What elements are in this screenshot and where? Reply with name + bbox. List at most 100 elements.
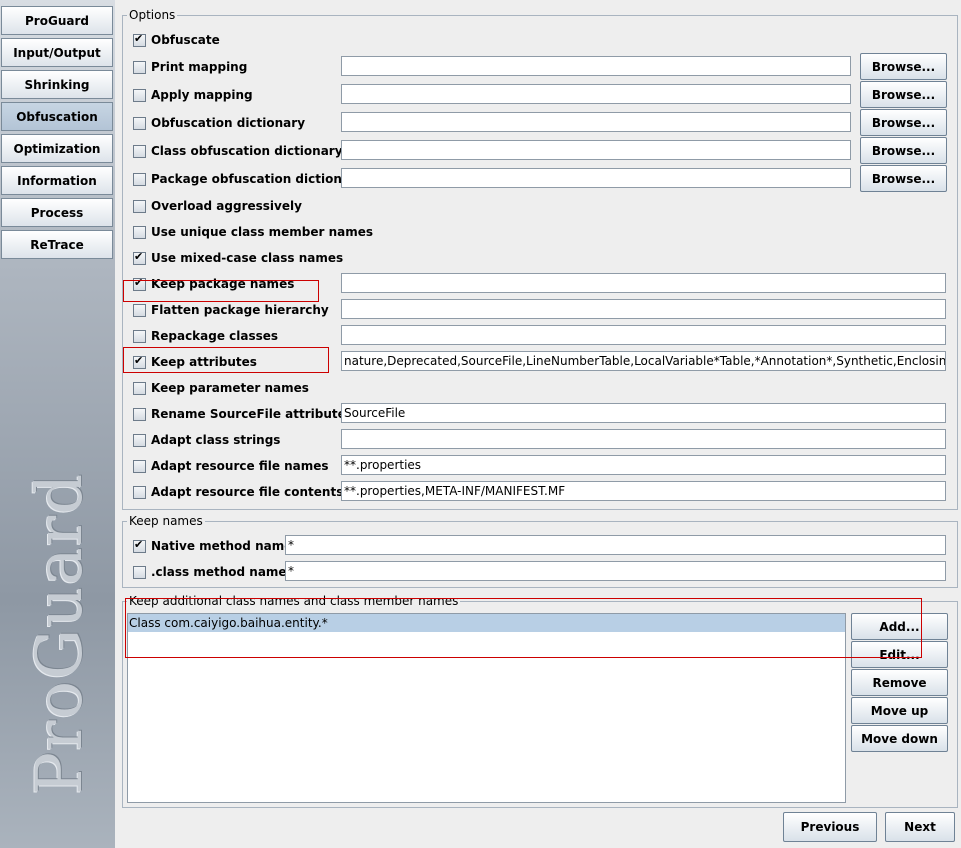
keep-parameter-names-option[interactable]: Keep parameter names [133, 378, 309, 398]
flatten-package-hierarchy-field[interactable] [341, 299, 946, 319]
package-obfuscation-dictionary-field[interactable] [341, 168, 851, 188]
checkbox[interactable] [133, 433, 146, 447]
sidebar-item-information[interactable]: Information [1, 166, 113, 195]
mixed-case-class-names-option[interactable]: Use mixed-case class names [133, 248, 343, 268]
keep-package-names-option[interactable]: Keep package names [133, 274, 294, 294]
keep-attributes-field[interactable]: nature,Deprecated,SourceFile,LineNumberT… [341, 351, 946, 371]
option-label: Package obfuscation dictionary [151, 172, 364, 186]
browse-button[interactable]: Browse... [860, 109, 947, 136]
native-method-names-field[interactable]: * [285, 535, 946, 555]
overload-aggressively-option[interactable]: Overload aggressively [133, 196, 302, 216]
checkbox[interactable] [133, 32, 146, 47]
option-label: Adapt resource file contents [151, 485, 344, 499]
remove-button[interactable]: Remove [851, 669, 948, 696]
checkbox[interactable] [133, 172, 146, 186]
rename-sourcefile-option[interactable]: Rename SourceFile attribute [133, 404, 346, 424]
previous-button[interactable]: Previous [783, 812, 877, 842]
options-title: Options [129, 8, 176, 22]
next-button[interactable]: Next [885, 812, 955, 842]
checkbox[interactable] [133, 565, 146, 579]
option-label: Obfuscation dictionary [151, 116, 306, 130]
apply-mapping-option[interactable]: Apply mapping [133, 85, 253, 105]
adapt-resource-file-contents-field[interactable]: **.properties,META-INF/MANIFEST.MF [341, 481, 946, 501]
proguard-logo: ProGuard [23, 472, 97, 795]
move-up-button[interactable]: Move up [851, 697, 948, 724]
sidebar-item-shrinking[interactable]: Shrinking [1, 70, 113, 99]
option-label: Use unique class member names [151, 225, 374, 239]
checkbox[interactable] [133, 250, 146, 265]
unique-member-names-option[interactable]: Use unique class member names [133, 222, 373, 242]
keep-additional-title: Keep additional class names and class me… [129, 594, 459, 608]
rename-sourcefile-field[interactable]: SourceFile [341, 403, 946, 423]
checkbox[interactable] [133, 354, 146, 369]
browse-button[interactable]: Browse... [860, 165, 947, 192]
package-obfuscation-dictionary-option[interactable]: Package obfuscation dictionary [133, 169, 364, 189]
keep-class-list[interactable]: Class com.caiyigo.baihua.entity.* [127, 613, 846, 803]
sidebar-item-obfuscation[interactable]: Obfuscation [1, 102, 113, 131]
checkbox[interactable] [133, 381, 146, 395]
sidebar-item-input-output[interactable]: Input/Output [1, 38, 113, 67]
option-label: Adapt class strings [151, 433, 281, 447]
keep-names-title: Keep names [129, 514, 203, 528]
checkbox[interactable] [133, 459, 146, 473]
print-mapping-field[interactable] [341, 56, 851, 76]
sidebar-item-process[interactable]: Process [1, 198, 113, 227]
flatten-package-hierarchy-option[interactable]: Flatten package hierarchy [133, 300, 329, 320]
option-label: Adapt resource file names [151, 459, 329, 473]
option-label: Overload aggressively [151, 199, 302, 213]
adapt-class-strings-option[interactable]: Adapt class strings [133, 430, 280, 450]
checkbox[interactable] [133, 60, 146, 74]
sidebar-item-optimization[interactable]: Optimization [1, 134, 113, 163]
checkbox[interactable] [133, 407, 146, 421]
edit-button[interactable]: Edit... [851, 641, 948, 668]
option-label: Native method names [151, 539, 300, 553]
apply-mapping-field[interactable] [341, 84, 851, 104]
checkbox[interactable] [133, 329, 146, 343]
checkbox[interactable] [133, 303, 146, 317]
option-label: Repackage classes [151, 329, 279, 343]
class-method-names-field[interactable]: * [285, 561, 946, 581]
option-label: Keep package names [151, 277, 295, 291]
browse-button[interactable]: Browse... [860, 53, 947, 80]
option-label: Keep attributes [151, 355, 257, 369]
sidebar-item-proguard[interactable]: ProGuard [1, 6, 113, 35]
print-mapping-option[interactable]: Print mapping [133, 57, 247, 77]
adapt-resource-file-contents-option[interactable]: Adapt resource file contents [133, 482, 343, 502]
list-item[interactable]: Class com.caiyigo.baihua.entity.* [128, 614, 845, 632]
option-label: Apply mapping [151, 88, 253, 102]
move-down-button[interactable]: Move down [851, 725, 948, 752]
sidebar: ProGuard Input/Output Shrinking Obfuscat… [0, 0, 115, 848]
option-label: Rename SourceFile attribute [151, 407, 346, 421]
obfuscate-option[interactable]: Obfuscate [133, 30, 220, 50]
class-obfuscation-dictionary-option[interactable]: Class obfuscation dictionary [133, 141, 343, 161]
adapt-class-strings-field[interactable] [341, 429, 946, 449]
option-label: Class obfuscation dictionary [151, 144, 343, 158]
add-button[interactable]: Add... [851, 613, 948, 640]
checkbox[interactable] [133, 225, 146, 239]
checkbox[interactable] [133, 116, 146, 130]
keep-package-names-field[interactable] [341, 273, 946, 293]
option-label: Use mixed-case class names [151, 251, 344, 265]
obfuscation-dictionary-option[interactable]: Obfuscation dictionary [133, 113, 305, 133]
checkbox[interactable] [133, 538, 146, 553]
checkbox[interactable] [133, 144, 146, 158]
browse-button[interactable]: Browse... [860, 81, 947, 108]
checkbox[interactable] [133, 88, 146, 102]
checkbox[interactable] [133, 199, 146, 213]
keep-attributes-option[interactable]: Keep attributes [133, 352, 257, 372]
checkbox[interactable] [133, 276, 146, 291]
native-method-names-option[interactable]: Native method names [133, 536, 300, 556]
option-label: .class method names [151, 565, 294, 579]
sidebar-item-retrace[interactable]: ReTrace [1, 230, 113, 259]
adapt-resource-file-names-field[interactable]: **.properties [341, 455, 946, 475]
obfuscation-dictionary-field[interactable] [341, 112, 851, 132]
repackage-classes-option[interactable]: Repackage classes [133, 326, 278, 346]
adapt-resource-file-names-option[interactable]: Adapt resource file names [133, 456, 329, 476]
class-method-names-option[interactable]: .class method names [133, 562, 294, 582]
checkbox[interactable] [133, 485, 146, 499]
repackage-classes-field[interactable] [341, 325, 946, 345]
browse-button[interactable]: Browse... [860, 137, 947, 164]
option-label: Obfuscate [151, 33, 220, 47]
class-obfuscation-dictionary-field[interactable] [341, 140, 851, 160]
option-label: Print mapping [151, 60, 248, 74]
